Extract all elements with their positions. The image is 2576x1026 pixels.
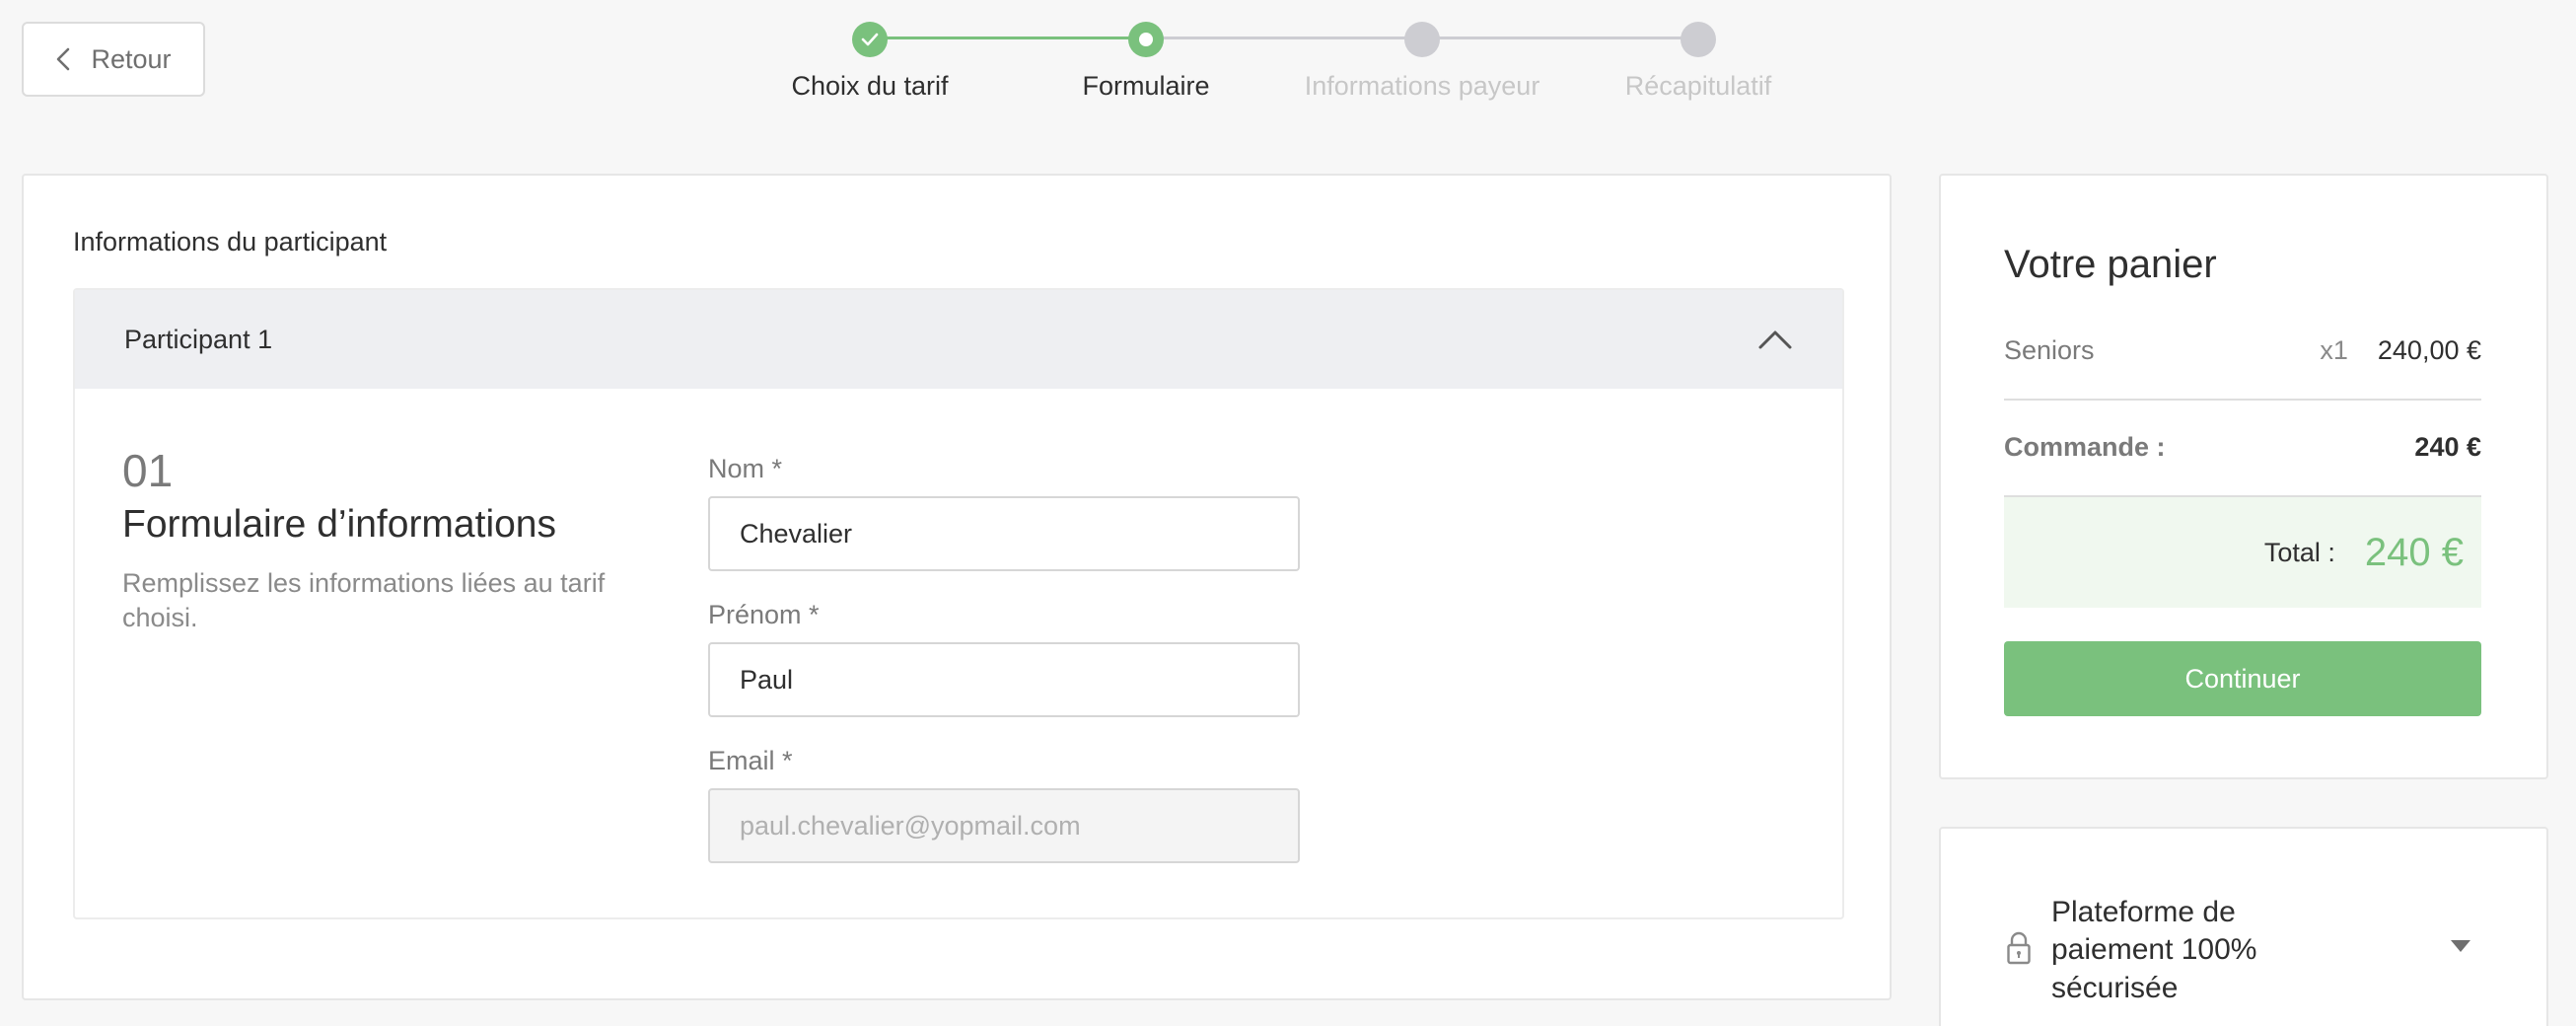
step-connector-pending bbox=[1422, 37, 1698, 39]
nom-label: Nom * bbox=[708, 454, 783, 483]
cart-item-name: Seniors bbox=[2004, 335, 2095, 365]
lock-icon bbox=[2007, 931, 2031, 965]
section-title: Informations du participant bbox=[73, 227, 388, 256]
participant-title: Participant 1 bbox=[124, 324, 273, 354]
caret-down-icon[interactable] bbox=[2450, 939, 2471, 953]
cart-divider bbox=[2004, 399, 2481, 401]
form-number: 01 bbox=[122, 445, 174, 496]
step-2-dot bbox=[1128, 22, 1164, 57]
prenom-input[interactable] bbox=[708, 642, 1300, 717]
order-label: Commande : bbox=[2004, 432, 2166, 462]
total-box: Total : 240 € bbox=[2004, 497, 2481, 608]
progress-stepper: Choix du tarif Formulaire Informations p… bbox=[0, 0, 2576, 118]
order-value: 240 € bbox=[2414, 432, 2481, 462]
prenom-label: Prénom * bbox=[708, 600, 820, 629]
order-row: Commande : 240 € bbox=[2004, 432, 2481, 463]
step-1-dot bbox=[852, 22, 888, 57]
step-connector-pending bbox=[1146, 37, 1422, 39]
chevron-up-icon[interactable] bbox=[1757, 329, 1793, 350]
cart-item-price: 240,00 € bbox=[2377, 335, 2481, 365]
cart-title: Votre panier bbox=[2004, 243, 2217, 286]
nom-input[interactable] bbox=[708, 496, 1300, 571]
form-heading: Formulaire d’informations bbox=[122, 503, 556, 546]
secure-payment-text: Plateforme de paiement 100% sécurisée bbox=[2051, 896, 2257, 1004]
step-1-label: Choix du tarif bbox=[791, 71, 949, 101]
checkout-page: Retour Choix du tarif Formulaire Informa… bbox=[0, 0, 2576, 1026]
nom-field: Nom * bbox=[708, 454, 1300, 571]
step-3-label: Informations payeur bbox=[1304, 71, 1540, 101]
participant-info-card: Informations du participant Participant … bbox=[22, 174, 1892, 1000]
form-description: Remplissez les informations liées au tar… bbox=[122, 568, 606, 633]
step-connector-done bbox=[870, 37, 1146, 39]
total-value: 240 € bbox=[2364, 530, 2464, 574]
total-label: Total : bbox=[2263, 537, 2335, 567]
continue-button[interactable]: Continuer bbox=[2004, 641, 2481, 716]
check-icon bbox=[861, 33, 879, 46]
step-3-dot bbox=[1404, 22, 1440, 57]
prenom-field: Prénom * bbox=[708, 600, 1300, 717]
email-label: Email * bbox=[708, 746, 793, 775]
step-4-dot bbox=[1681, 22, 1716, 57]
email-field: Email * bbox=[708, 746, 1300, 863]
cart-item-row: Seniors x1 240,00 € bbox=[2004, 335, 2481, 366]
step-2-label: Formulaire bbox=[1082, 71, 1210, 101]
email-input bbox=[708, 788, 1300, 863]
step-4-label: Récapitulatif bbox=[1624, 71, 1772, 101]
form-intro: 01 Formulaire d’informations Remplissez … bbox=[122, 448, 655, 635]
payment-card-logos bbox=[2122, 1022, 2320, 1026]
participant-panel: Participant 1 01 Formulaire d’informatio… bbox=[73, 288, 1844, 919]
participant-header[interactable]: Participant 1 bbox=[75, 290, 1842, 389]
secure-payment-card[interactable]: Plateforme de paiement 100% sécurisée bbox=[1939, 827, 2548, 1026]
cart-item-qty: x1 bbox=[2320, 335, 2348, 365]
cart-card: Votre panier Seniors x1 240,00 € Command… bbox=[1939, 174, 2548, 779]
